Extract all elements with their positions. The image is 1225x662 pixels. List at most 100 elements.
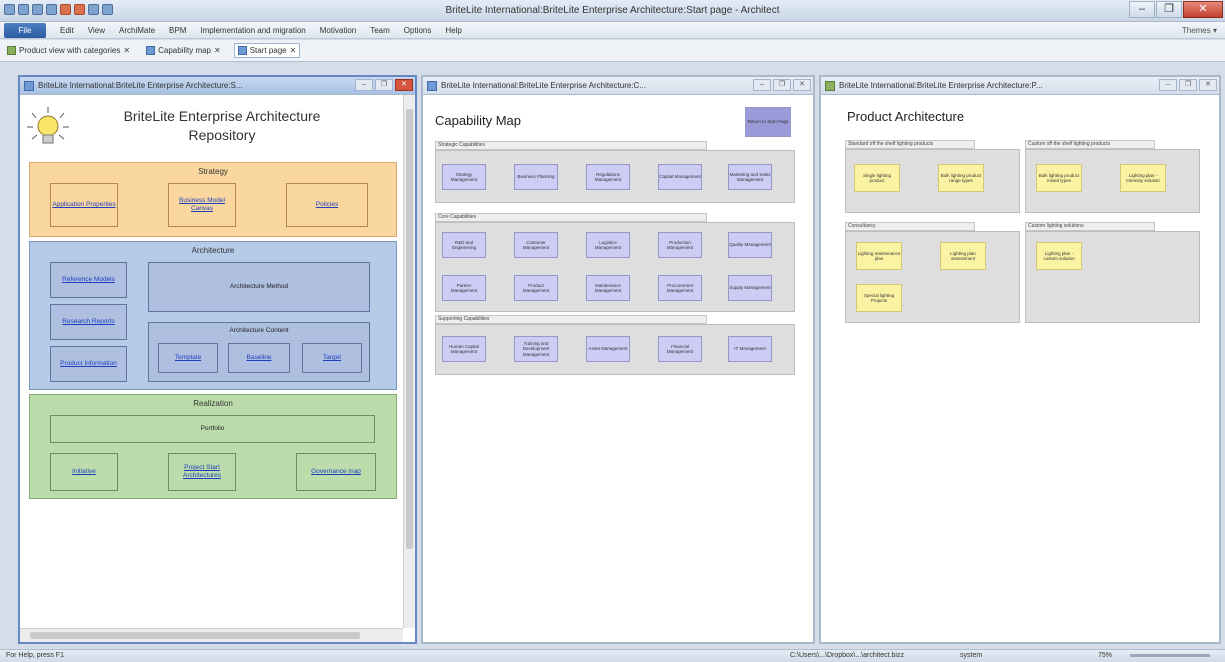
capability-box[interactable]: Quality Management <box>728 232 772 258</box>
view-icon <box>825 80 835 91</box>
close-button[interactable]: ✕ <box>395 79 413 91</box>
title-bar: BriteLite International:BriteLite Enterp… <box>0 0 1225 22</box>
product-information-box[interactable]: Product Information <box>50 346 127 382</box>
horizontal-scrollbar[interactable] <box>20 628 403 642</box>
link[interactable]: Initiative <box>72 468 96 476</box>
initiative-box[interactable]: Initiative <box>50 453 118 491</box>
application-properties-box[interactable]: Application Properties <box>50 183 118 227</box>
link[interactable]: Research Reports <box>62 318 114 326</box>
minimize-button[interactable]: – <box>355 79 373 91</box>
supporting-capabilities-label: Supporting Capabilities <box>435 315 707 324</box>
menu-help[interactable]: Help <box>445 26 461 35</box>
project-start-architectures-box[interactable]: Project Start Architectures <box>168 453 236 491</box>
capability-box[interactable]: Customer Management <box>514 232 558 258</box>
target-box[interactable]: Target <box>302 343 362 373</box>
tab-close-icon[interactable]: ✕ <box>290 46 297 55</box>
product-box[interactable]: Lighting maintenance plan <box>856 242 902 270</box>
tab-label: Capability map <box>158 46 212 55</box>
product-group-label: Consultancy <box>845 222 975 231</box>
capability-box[interactable]: Asset Management <box>586 336 630 362</box>
tab-start-page[interactable]: Start page ✕ <box>233 43 301 58</box>
baseline-box[interactable]: Baseline <box>228 343 290 373</box>
window-titlebar: BriteLite International:BriteLite Enterp… <box>821 77 1219 95</box>
product-box[interactable]: Special lighting Projects <box>856 284 902 312</box>
vertical-scrollbar[interactable] <box>403 95 415 628</box>
policies-box[interactable]: Policies <box>286 183 368 227</box>
capability-box[interactable]: Maintenance Management <box>586 275 630 301</box>
link[interactable]: Target <box>323 354 341 362</box>
minimize-button[interactable]: – <box>1129 1 1155 18</box>
capability-box[interactable]: IT Management <box>728 336 772 362</box>
strategy-label: Strategy <box>198 167 228 176</box>
tab-product-view[interactable]: Product view with categories ✕ <box>4 44 133 57</box>
menu-view[interactable]: View <box>88 26 105 35</box>
menu-motivation[interactable]: Motivation <box>320 26 356 35</box>
zoom-level[interactable]: 75% <box>1098 652 1112 659</box>
product-box[interactable]: Single lighting product <box>854 164 900 192</box>
link[interactable]: Governance map <box>311 468 361 476</box>
menu-options[interactable]: Options <box>404 26 432 35</box>
close-button[interactable]: ✕ <box>1183 1 1223 18</box>
themes-menu[interactable]: Themes ▾ <box>1182 26 1217 35</box>
tab-capability-map[interactable]: Capability map ✕ <box>143 44 224 57</box>
minimize-button[interactable]: – <box>753 79 771 91</box>
capability-box[interactable]: Training and Development Management <box>514 336 558 362</box>
product-box[interactable]: Lighting plan assessment <box>940 242 986 270</box>
governance-map-box[interactable]: Governance map <box>296 453 376 491</box>
close-button[interactable]: ✕ <box>1199 79 1217 91</box>
tab-close-icon[interactable]: ✕ <box>214 46 221 55</box>
menu-team[interactable]: Team <box>370 26 390 35</box>
reference-models-box[interactable]: Reference Models <box>50 262 127 298</box>
capability-box[interactable]: Strategy Management <box>442 164 486 190</box>
maximize-button[interactable]: ❐ <box>1179 79 1197 91</box>
link[interactable]: Project Start Architectures <box>169 464 235 480</box>
close-button[interactable]: ✕ <box>793 79 811 91</box>
tab-close-icon[interactable]: ✕ <box>123 46 130 55</box>
product-box[interactable]: Lighting plan - custom solution <box>1036 242 1082 270</box>
capability-box[interactable]: Financial Management <box>658 336 702 362</box>
scroll-thumb[interactable] <box>406 109 413 549</box>
capability-box[interactable]: Regulations Management <box>586 164 630 190</box>
architecture-method-box[interactable]: Architecture Method <box>148 262 370 312</box>
link[interactable]: Reference Models <box>62 276 115 284</box>
return-to-start-button[interactable]: Return to Start Page <box>745 107 791 137</box>
product-box[interactable]: Lighting plan - Intensity solution <box>1120 164 1166 192</box>
capability-box[interactable]: Business Planning <box>514 164 558 190</box>
capability-box[interactable]: Capital Management <box>658 164 702 190</box>
window-title: BriteLite International:BriteLite Enterp… <box>839 81 1043 90</box>
template-box[interactable]: Template <box>158 343 218 373</box>
menu-bpm[interactable]: BPM <box>169 26 186 35</box>
portfolio-box[interactable]: Portfolio <box>50 415 375 443</box>
research-reports-box[interactable]: Research Reports <box>50 304 127 340</box>
capability-box[interactable]: Production Management <box>658 232 702 258</box>
capability-box[interactable]: Human Capital Management <box>442 336 486 362</box>
link[interactable]: Policies <box>316 201 338 209</box>
link[interactable]: Product Information <box>60 360 117 368</box>
menu-edit[interactable]: Edit <box>60 26 74 35</box>
product-box[interactable]: Bulk lighting product range types <box>938 164 984 192</box>
menu-implementation[interactable]: Implementation and migration <box>200 26 305 35</box>
link[interactable]: Template <box>175 354 201 362</box>
maximize-button[interactable]: ❐ <box>773 79 791 91</box>
capability-box[interactable]: Product Management <box>514 275 558 301</box>
capability-box[interactable]: R&D and Engineering <box>442 232 486 258</box>
capability-box[interactable]: Logistics Management <box>586 232 630 258</box>
maximize-button[interactable]: ❐ <box>375 79 393 91</box>
product-box[interactable]: Bulk lighting product mixed types <box>1036 164 1082 192</box>
product-group-label: Standard off the shelf lighting products <box>845 140 975 149</box>
maximize-button[interactable]: ❐ <box>1156 1 1182 18</box>
link[interactable]: Baseline <box>247 354 272 362</box>
business-model-canvas-box[interactable]: Business Model Canvas <box>168 183 236 227</box>
scroll-thumb[interactable] <box>30 632 360 639</box>
zoom-slider[interactable] <box>1130 654 1210 657</box>
capability-box[interactable]: Partner Management <box>442 275 486 301</box>
capability-box[interactable]: Supply Management <box>728 275 772 301</box>
capability-box[interactable]: Marketing and Sales Management <box>728 164 772 190</box>
file-menu[interactable]: File <box>4 22 46 38</box>
menu-bar: File Edit View ArchiMate BPM Implementat… <box>0 22 1225 39</box>
capability-box[interactable]: Procurement Management <box>658 275 702 301</box>
minimize-button[interactable]: – <box>1159 79 1177 91</box>
link[interactable]: Application Properties <box>52 201 115 209</box>
menu-archimate[interactable]: ArchiMate <box>119 26 155 35</box>
link[interactable]: Business Model Canvas <box>169 197 235 213</box>
